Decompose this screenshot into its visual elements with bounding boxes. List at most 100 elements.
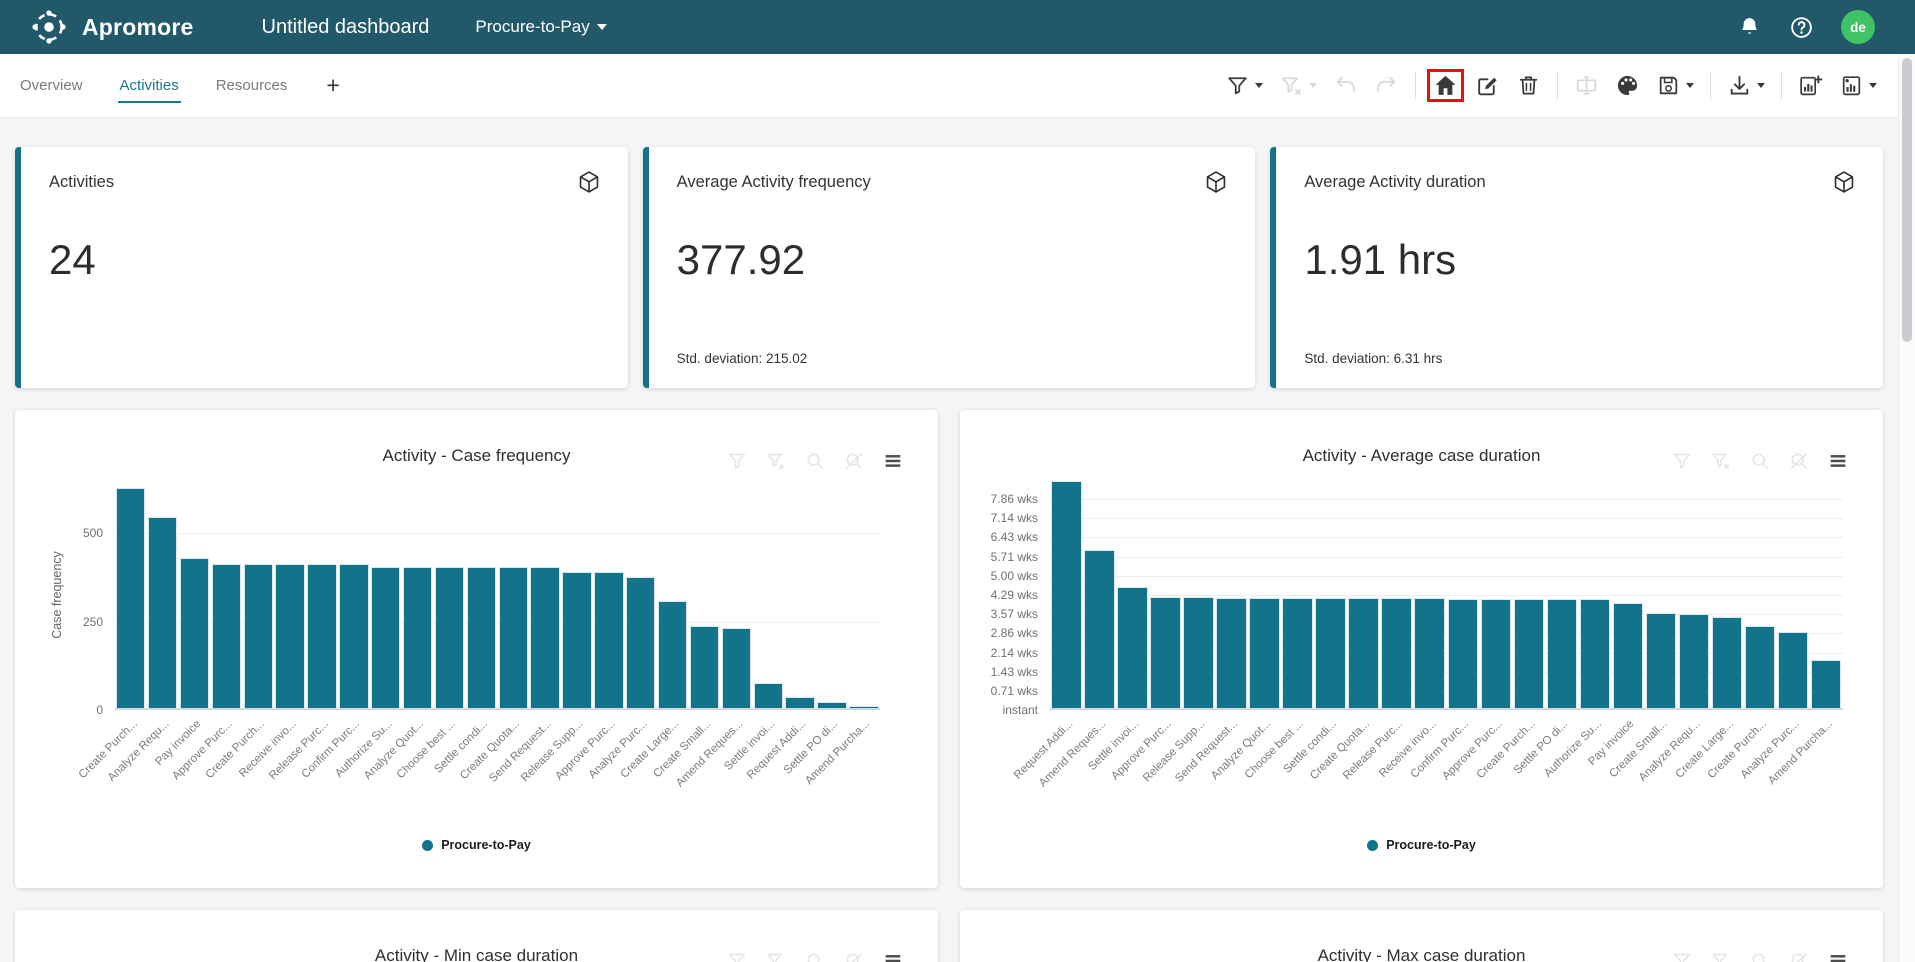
bar[interactable]	[403, 567, 432, 708]
bar[interactable]	[1051, 481, 1082, 708]
bar[interactable]	[116, 488, 145, 708]
bar[interactable]	[849, 706, 878, 708]
bar[interactable]	[594, 572, 623, 708]
chart-filter-button[interactable]	[726, 950, 748, 962]
bar[interactable]	[1580, 599, 1611, 708]
chart-zoom-button[interactable]	[804, 950, 826, 962]
bar[interactable]	[1150, 597, 1181, 708]
user-avatar[interactable]: de	[1841, 10, 1875, 44]
bar[interactable]	[307, 564, 336, 708]
download-button[interactable]	[1722, 70, 1770, 101]
chart-clear-filter-button[interactable]	[1710, 950, 1732, 962]
bar[interactable]	[1381, 598, 1412, 708]
redo-button[interactable]	[1369, 70, 1404, 101]
delete-button[interactable]	[1511, 70, 1546, 101]
bar[interactable]	[722, 628, 751, 708]
bar[interactable]	[754, 683, 783, 708]
zoom-icon	[1749, 950, 1771, 962]
bar[interactable]	[1315, 598, 1346, 708]
bar[interactable]	[499, 567, 528, 708]
bar[interactable]	[1448, 599, 1479, 708]
chart-filter-button[interactable]	[726, 450, 748, 472]
bar[interactable]	[1811, 660, 1842, 708]
add-tab-button[interactable]: +	[322, 74, 343, 97]
bar[interactable]	[530, 567, 559, 708]
bar[interactable]	[1414, 598, 1445, 708]
bar[interactable]	[1183, 597, 1214, 708]
theme-button[interactable]	[1610, 70, 1645, 101]
log-selector-label: Procure-to-Pay	[475, 17, 589, 37]
bar[interactable]	[690, 626, 719, 708]
bar[interactable]	[817, 702, 846, 708]
bar[interactable]	[1481, 599, 1512, 708]
notification-bell-icon[interactable]	[1737, 15, 1762, 40]
clear-filter-button[interactable]	[1274, 70, 1322, 101]
bar[interactable]	[1613, 603, 1644, 708]
chart-menu-button[interactable]	[882, 450, 904, 472]
chart-reset-zoom-button[interactable]	[1788, 450, 1810, 472]
rename-button[interactable]	[1569, 70, 1604, 101]
bar[interactable]	[1712, 617, 1743, 708]
tab-activities[interactable]: Activities	[118, 56, 181, 115]
bar[interactable]	[1249, 598, 1280, 708]
dashboard-title: Untitled dashboard	[262, 16, 430, 39]
kpi-value: 377.92	[677, 236, 1228, 284]
bar[interactable]	[562, 572, 591, 708]
dashboard-content: Activities 24 Average Activity frequency…	[0, 118, 1915, 962]
bar[interactable]	[1679, 614, 1710, 708]
bar[interactable]	[180, 558, 209, 708]
edit-dashboard-button[interactable]	[1470, 70, 1505, 101]
bar[interactable]	[1778, 632, 1809, 708]
filter-button[interactable]	[1220, 70, 1268, 101]
tab-overview[interactable]: Overview	[18, 56, 85, 115]
bar[interactable]	[1282, 598, 1313, 708]
bar[interactable]	[1117, 587, 1148, 708]
chart-reset-zoom-button[interactable]	[1788, 950, 1810, 962]
bar[interactable]	[467, 567, 496, 708]
bar[interactable]	[371, 567, 400, 708]
chart-menu-button[interactable]	[1827, 950, 1849, 962]
chart-clear-filter-button[interactable]	[1710, 450, 1732, 472]
chart-clear-filter-button[interactable]	[765, 950, 787, 962]
bar[interactable]	[626, 577, 655, 708]
bar[interactable]	[148, 517, 177, 708]
tab-resources[interactable]: Resources	[214, 56, 290, 115]
bar[interactable]	[785, 697, 814, 708]
chart-zoom-button[interactable]	[1749, 450, 1771, 472]
main-toolbar	[1217, 69, 1885, 102]
x-tick-label: Approve Purc...	[1110, 718, 1175, 783]
export-chart-button[interactable]	[1834, 70, 1882, 101]
bar[interactable]	[435, 567, 464, 708]
chart-mini-toolbar	[726, 950, 904, 962]
chart-menu-button[interactable]	[1827, 450, 1849, 472]
bar[interactable]	[658, 601, 687, 708]
bar[interactable]	[1547, 599, 1578, 708]
home-button[interactable]	[1427, 69, 1464, 102]
log-selector[interactable]: Procure-to-Pay	[475, 17, 606, 37]
bar[interactable]	[1216, 598, 1247, 708]
bar[interactable]	[1084, 550, 1115, 708]
chart-filter-button[interactable]	[1671, 450, 1693, 472]
add-chart-button[interactable]	[1793, 70, 1828, 101]
bar[interactable]	[1514, 599, 1545, 708]
chart-reset-zoom-button[interactable]	[843, 450, 865, 472]
bar[interactable]	[1745, 626, 1776, 708]
bar[interactable]	[1646, 613, 1677, 708]
chart-menu-button[interactable]	[882, 950, 904, 962]
bar[interactable]	[275, 564, 304, 708]
chart-clear-filter-button[interactable]	[765, 450, 787, 472]
chart-zoom-button[interactable]	[1749, 950, 1771, 962]
chart-filter-button[interactable]	[1671, 950, 1693, 962]
chart-reset-zoom-button[interactable]	[843, 950, 865, 962]
scrollbar-thumb[interactable]	[1902, 58, 1912, 342]
bar[interactable]	[339, 564, 368, 708]
save-button[interactable]	[1651, 70, 1699, 101]
bar[interactable]	[244, 564, 273, 708]
chart-zoom-button[interactable]	[804, 450, 826, 472]
help-icon[interactable]	[1789, 15, 1814, 40]
bar[interactable]	[1348, 598, 1379, 708]
bar[interactable]	[212, 564, 241, 708]
y-tick-label: 3.57 wks	[991, 607, 1038, 621]
kpi-title: Average Activity duration	[1304, 173, 1855, 192]
undo-button[interactable]	[1328, 70, 1363, 101]
